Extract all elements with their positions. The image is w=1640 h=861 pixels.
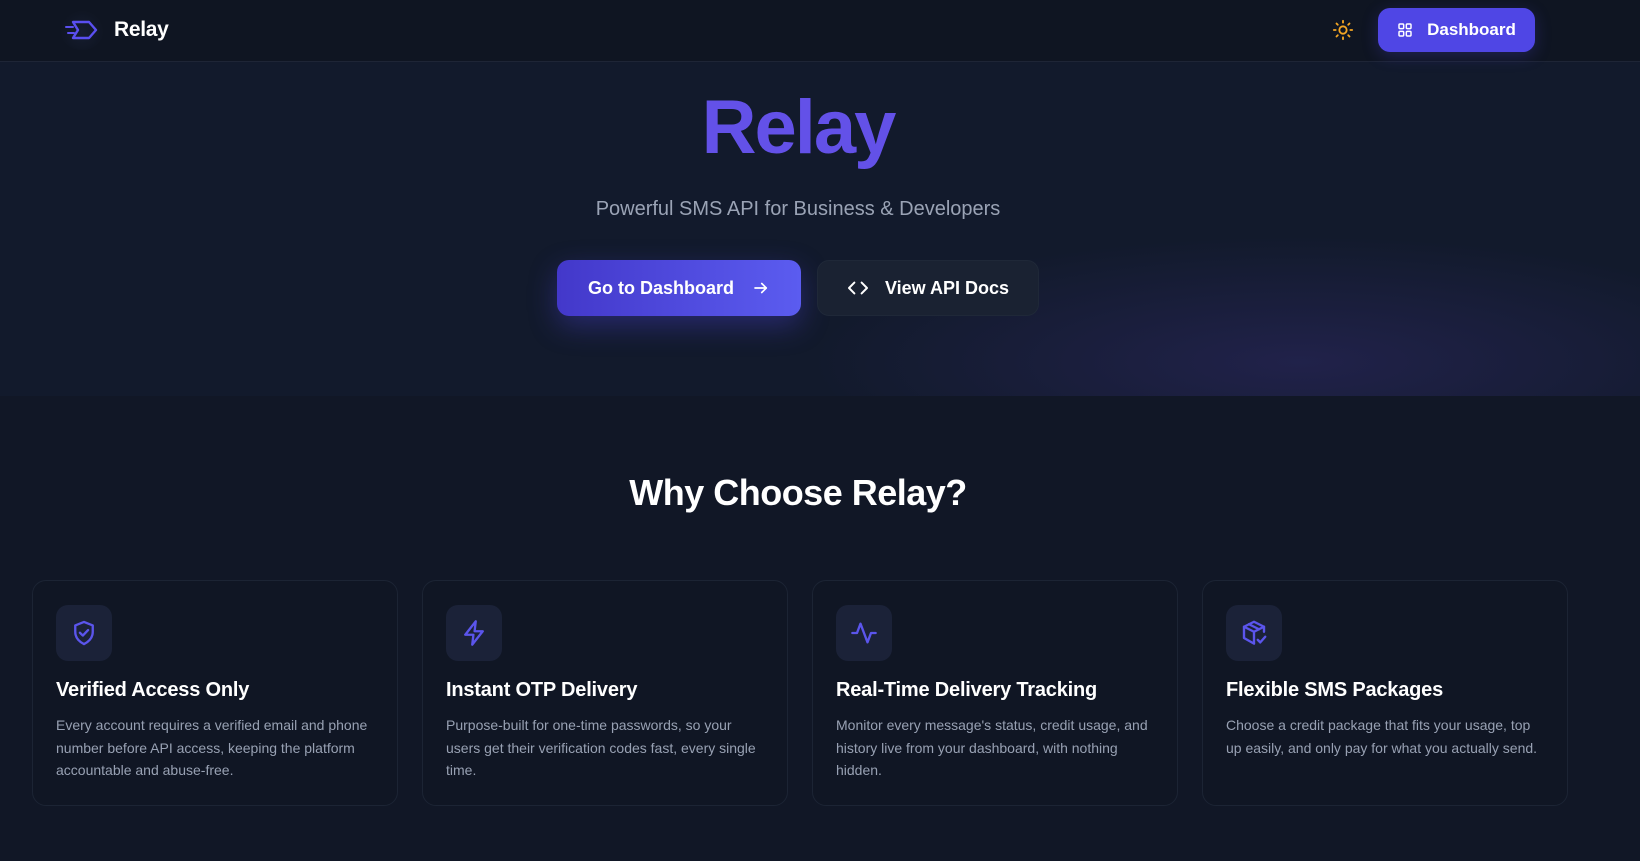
feature-description: Every account requires a verified email … (56, 717, 368, 778)
grid-icon (1397, 22, 1413, 38)
feature-card-verified-access: Verified Access Only Every account requi… (32, 580, 398, 806)
feature-card-instant-otp: Instant OTP Delivery Purpose-built for o… (422, 580, 788, 806)
shield-check-icon (56, 605, 112, 661)
feature-description: Choose a credit package that fits your u… (1226, 717, 1538, 756)
logo-link[interactable]: Relay (60, 10, 169, 50)
feature-title: Real-Time Delivery Tracking (836, 679, 1098, 701)
feature-title: Instant OTP Delivery (446, 679, 638, 701)
theme-toggle-button[interactable] (1330, 17, 1356, 43)
top-navbar: Relay Dashboard (0, 0, 1640, 62)
sun-icon (1332, 19, 1354, 41)
feature-description: Monitor every message's status, credit u… (836, 717, 1148, 778)
feature-card-realtime-tracking: Real-Time Delivery Tracking Monitor ever… (812, 580, 1178, 806)
logo-text: Relay (114, 18, 169, 41)
feature-description: Purpose-built for one-time passwords, so… (446, 717, 756, 778)
features-heading: Why Choose Relay? (629, 472, 967, 513)
hero-subtitle: Powerful SMS API for Business & Develope… (595, 198, 1001, 220)
go-to-dashboard-button[interactable]: Go to Dashboard (557, 260, 801, 316)
arrow-right-icon (752, 279, 770, 297)
view-api-docs-button[interactable]: View API Docs (817, 260, 1039, 316)
hero-title: Relay (701, 85, 897, 170)
view-api-docs-label: View API Docs (884, 277, 1010, 298)
lightning-icon (446, 605, 502, 661)
feature-title: Flexible SMS Packages (1226, 679, 1444, 701)
feature-card-sms-packages: Flexible SMS Packages Choose a credit pa… (1202, 580, 1568, 806)
dashboard-button-label: Dashboard (1427, 20, 1516, 39)
hero-section: Relay Powerful SMS API for Business & De… (0, 62, 1640, 396)
relay-send-icon (60, 10, 104, 50)
code-icon (847, 279, 869, 297)
dashboard-button[interactable]: Dashboard (1378, 8, 1535, 52)
landing-page: Relay Dashboard Relay Powerful SMS API f… (0, 0, 1640, 861)
go-to-dashboard-label: Go to Dashboard (587, 277, 734, 298)
feature-title: Verified Access Only (56, 679, 250, 701)
package-check-icon (1226, 605, 1282, 661)
activity-icon (836, 605, 892, 661)
